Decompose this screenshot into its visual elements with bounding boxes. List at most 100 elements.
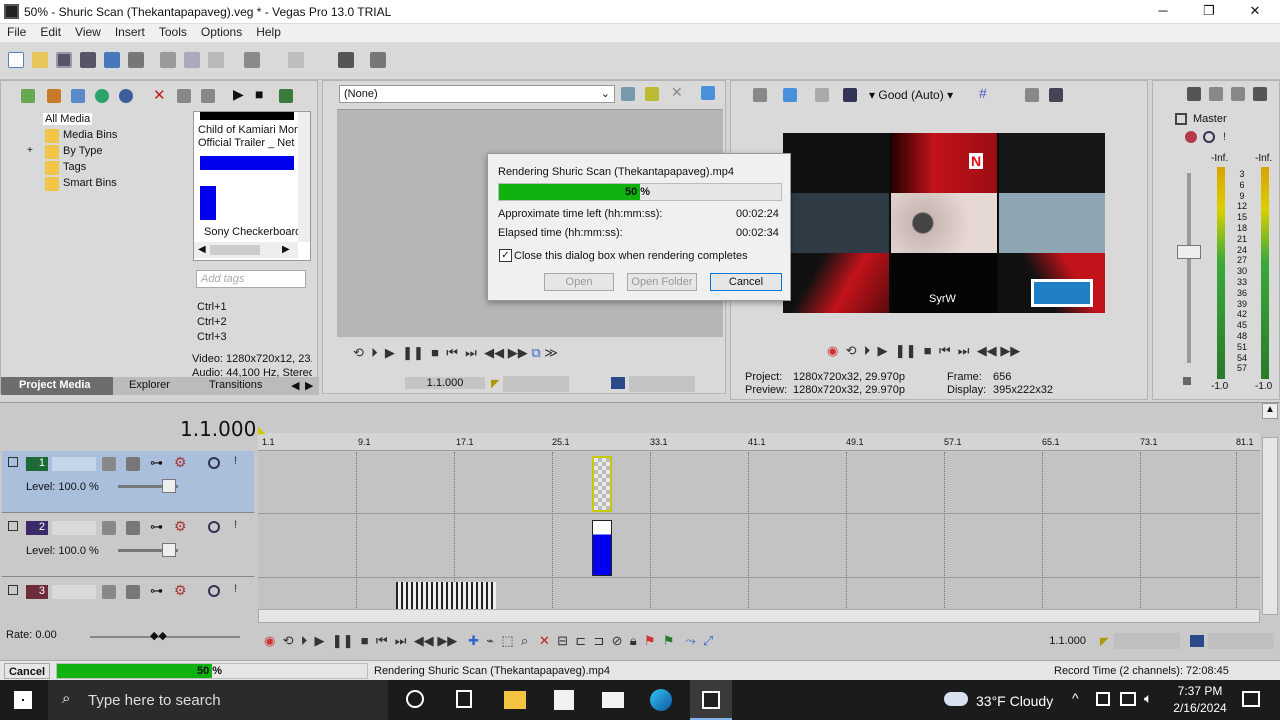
rate-slider-handle[interactable]: ◆◆	[150, 629, 167, 642]
preview-fx-icon[interactable]	[815, 88, 829, 102]
stop-icon[interactable]: ■	[431, 345, 439, 360]
cut-icon[interactable]	[160, 52, 176, 68]
edge-icon[interactable]	[650, 689, 672, 711]
next-frame-icon[interactable]: ⏭	[395, 633, 407, 648]
media-properties-icon[interactable]	[177, 89, 191, 103]
compositing-icon[interactable]: ⊶	[150, 455, 163, 471]
pause-icon[interactable]: ❚❚	[895, 343, 917, 358]
new-icon[interactable]	[8, 52, 24, 68]
mail-icon[interactable]	[602, 692, 624, 708]
trimmer-monitor-icon[interactable]	[701, 86, 715, 100]
render-icon[interactable]	[104, 52, 120, 68]
gear-icon[interactable]: ⚙	[174, 454, 187, 471]
prev-frame-icon[interactable]: ⏮	[376, 633, 388, 648]
mute-icon[interactable]	[208, 457, 220, 469]
loop-icon[interactable]: ⟲	[353, 345, 364, 360]
forward-icon[interactable]: ▶▶	[508, 345, 528, 360]
cancel-render-button[interactable]: Cancel	[710, 273, 782, 291]
media-item-trailer-line1[interactable]: Child of Kamiari Mon	[198, 124, 300, 136]
trimmer-close-icon[interactable]: ✕	[671, 84, 683, 101]
dim-output-icon[interactable]	[1231, 87, 1245, 101]
fx-icon[interactable]	[1185, 131, 1197, 143]
clock-date[interactable]: 2/16/2024	[1168, 701, 1232, 715]
auto-preview-icon[interactable]	[279, 89, 293, 103]
timeline-vscroll[interactable]	[1262, 437, 1278, 615]
task-view-icon[interactable]	[456, 690, 472, 708]
loop-icon[interactable]: ⟲	[283, 633, 294, 648]
play-from-start-icon[interactable]: ⏵	[301, 633, 308, 648]
mute-icon[interactable]	[208, 585, 220, 597]
external-monitor-icon[interactable]	[783, 88, 797, 102]
menu-file[interactable]: File	[0, 24, 33, 39]
downmix-icon[interactable]	[1209, 87, 1223, 101]
compositing-icon[interactable]: ⊶	[150, 583, 163, 599]
timeline-tracks[interactable]	[258, 452, 1260, 610]
enable-snapping-icon[interactable]: ⤢	[703, 633, 713, 648]
track-name-field[interactable]	[52, 457, 96, 471]
tab-project-media[interactable]: Project Media	[1, 377, 113, 395]
stop-icon[interactable]: ■	[255, 86, 263, 102]
marker-icon[interactable]: ⚑	[644, 633, 656, 648]
forward-icon[interactable]: ▶▶	[1000, 343, 1020, 358]
volume-icon[interactable]: 🔈︎	[1144, 690, 1152, 707]
master-fader-handle[interactable]	[1177, 245, 1201, 259]
level-slider-handle[interactable]	[162, 543, 176, 557]
paste-icon[interactable]	[208, 52, 224, 68]
pause-icon[interactable]: ❚❚	[402, 345, 424, 360]
play-from-start-icon[interactable]: ⏵	[371, 345, 378, 360]
level-slider-handle[interactable]	[162, 479, 176, 493]
open-folder-button[interactable]: Open Folder	[627, 273, 697, 291]
import-media-icon[interactable]	[21, 89, 35, 103]
play-icon[interactable]: ▶	[233, 86, 244, 103]
tree-item-smart-bins[interactable]: Smart Bins	[63, 177, 117, 189]
lock-icon[interactable]	[1183, 377, 1191, 385]
grid-icon[interactable]: #	[979, 85, 987, 101]
tree-item-tags[interactable]: Tags	[63, 161, 86, 173]
meet-now-icon[interactable]	[1096, 692, 1110, 706]
auto-ripple-icon[interactable]: ⤳	[685, 633, 695, 648]
taskbar-search-box[interactable]: ⌕ Type here to search	[48, 680, 388, 720]
tab-explorer[interactable]: Explorer	[129, 379, 170, 391]
zoom-tool-icon[interactable]: ⌕	[521, 633, 528, 648]
tab-scroll-left-icon[interactable]: ◀	[291, 379, 299, 392]
project-properties-icon[interactable]	[753, 88, 767, 102]
track-fx-icon[interactable]	[126, 457, 140, 471]
envelope-tool-icon[interactable]: ⌁	[486, 633, 494, 648]
timeline-scroll-top[interactable]: ▲	[1262, 403, 1278, 419]
tree-item-all-media[interactable]: All Media	[43, 113, 93, 125]
audio-clip[interactable]	[396, 582, 496, 610]
trim-icon[interactable]: ⊟	[557, 633, 568, 648]
windows-start-icon[interactable]	[14, 691, 32, 709]
forward-icon[interactable]: ▶▶	[437, 633, 457, 648]
tree-expander[interactable]: +	[27, 145, 33, 156]
track-collapse-icon[interactable]	[8, 521, 18, 531]
track-motion-icon[interactable]	[102, 585, 116, 599]
trimmer-b-icon[interactable]	[645, 87, 659, 101]
copy-icon[interactable]	[184, 52, 200, 68]
solo-icon[interactable]: !	[1223, 131, 1226, 143]
save-as-icon[interactable]	[80, 52, 96, 68]
notification-icon[interactable]	[1242, 691, 1260, 707]
rewind-icon[interactable]: ◀◀	[414, 633, 434, 648]
properties-icon[interactable]	[128, 52, 144, 68]
cortana-icon[interactable]	[406, 690, 424, 708]
mixer-icon[interactable]	[1253, 87, 1267, 101]
trimmer-source-dropdown[interactable]: (None) ⌄	[339, 85, 615, 103]
minimize-button[interactable]: ─	[1140, 0, 1186, 24]
gear-icon[interactable]: ⚙	[174, 582, 187, 599]
save-snapshot-icon[interactable]	[1049, 88, 1063, 102]
play-icon[interactable]: ▶	[877, 343, 887, 358]
horizontal-scrollbar[interactable]: ◀ ▶	[194, 242, 298, 258]
next-frame-icon[interactable]: ⏭	[465, 345, 477, 360]
split-icon[interactable]: ⊘	[612, 633, 623, 648]
close-button[interactable]: ✕	[1232, 0, 1278, 24]
track-motion-icon[interactable]	[102, 457, 116, 471]
record-icon[interactable]: ◉	[827, 343, 838, 358]
refresh-icon[interactable]	[95, 89, 109, 103]
track-header-2[interactable]: 2 ⊶ ⚙ ! Level: 100.0 %	[2, 515, 254, 577]
loop-icon[interactable]: ⟲	[846, 343, 857, 358]
lock-icon[interactable]: 🔒︎	[630, 633, 637, 648]
copy-snapshot-icon[interactable]	[1025, 88, 1039, 102]
enable-snapping-icon[interactable]	[338, 52, 354, 68]
solo-icon[interactable]: !	[234, 519, 237, 531]
